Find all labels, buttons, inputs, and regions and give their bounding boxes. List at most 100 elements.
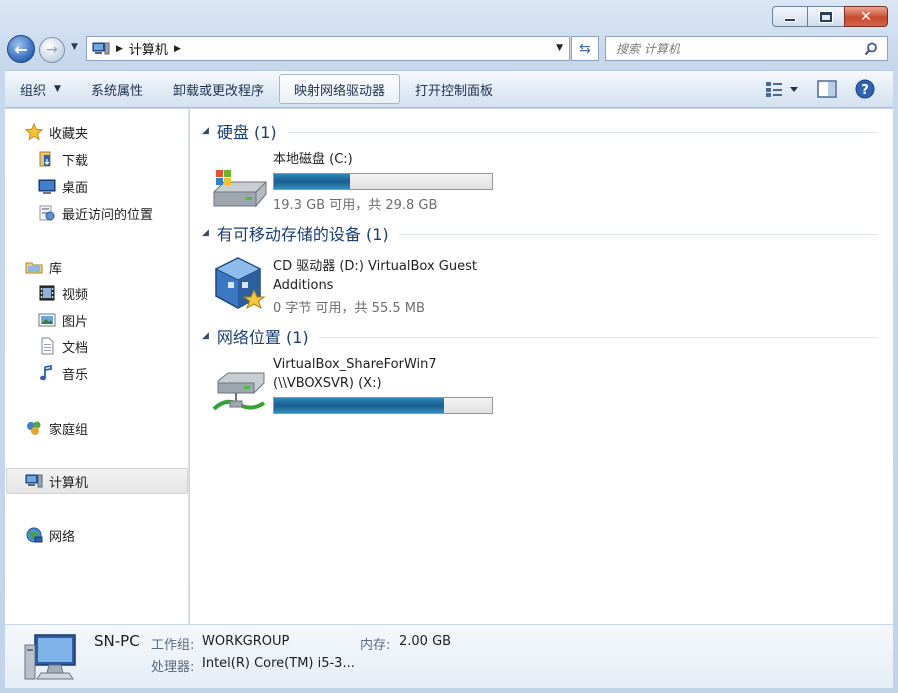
collapse-triangle-icon[interactable]: ◢ bbox=[202, 228, 209, 238]
map-network-drive-button[interactable]: 映射网络驱动器 bbox=[278, 74, 400, 104]
drive-name-line2: (\\VBOXSVR) (X:) bbox=[273, 376, 382, 391]
forward-button[interactable]: → bbox=[39, 37, 65, 63]
sidebar-item-label: 音乐 bbox=[62, 367, 89, 383]
minimize-button[interactable] bbox=[772, 6, 808, 27]
memory-label: 内存: bbox=[360, 638, 391, 653]
computer-icon bbox=[92, 42, 110, 56]
group-divider bbox=[286, 131, 878, 133]
group-network-locations: ◢ 网络位置 (1) VirtualBox_ShareForWin7 (\\VB… bbox=[190, 325, 888, 425]
drive-free-space: 0 字节 可用，共 55.5 MB bbox=[273, 301, 425, 316]
open-control-panel-button[interactable]: 打开控制面板 bbox=[400, 74, 508, 104]
sidebar-item-favorites[interactable]: 收藏夹 bbox=[25, 120, 209, 144]
libraries-icon bbox=[25, 258, 43, 276]
sidebar-item-homegroup[interactable]: 家庭组 bbox=[25, 416, 209, 440]
search-icon[interactable] bbox=[861, 39, 881, 59]
minimize-icon bbox=[784, 17, 796, 22]
group-removable-storage: ◢ 有可移动存储的设备 (1) CD 驱动器 (D:) VirtualBox G… bbox=[190, 222, 888, 322]
virtualbox-cd-icon bbox=[214, 257, 266, 310]
computer-icon bbox=[24, 634, 76, 680]
sidebar-item-label: 家庭组 bbox=[49, 422, 89, 438]
sidebar-item-label: 桌面 bbox=[62, 180, 89, 196]
sidebar-item-label: 库 bbox=[49, 261, 63, 277]
address-bar[interactable]: ▶ 计算机 ▶ ▼ bbox=[86, 36, 570, 61]
system-properties-button[interactable]: 系统属性 bbox=[76, 74, 158, 104]
downloads-folder-icon bbox=[38, 150, 56, 168]
maximize-button[interactable] bbox=[807, 6, 845, 27]
close-icon: ✕ bbox=[860, 8, 872, 25]
drive-item-d[interactable]: CD 驱动器 (D:) VirtualBox Guest Additions 0… bbox=[210, 254, 510, 320]
group-title: 网络位置 (1) bbox=[216, 328, 309, 347]
drive-name-line1: VirtualBox_ShareForWin7 bbox=[273, 357, 437, 372]
drive-usage-fill bbox=[274, 398, 445, 413]
breadcrumb-separator[interactable]: ▶ bbox=[116, 44, 123, 54]
drive-item-x[interactable]: VirtualBox_ShareForWin7 (\\VBOXSVR) (X:) bbox=[210, 355, 510, 425]
breadcrumb-separator[interactable]: ▶ bbox=[174, 44, 181, 54]
organize-menu[interactable]: 组织 ▼ bbox=[5, 74, 76, 104]
map-network-drive-label: 映射网络驱动器 bbox=[293, 83, 385, 99]
group-divider bbox=[318, 336, 878, 338]
caption-buttons: ✕ bbox=[772, 6, 888, 27]
chevron-down-icon: ▼ bbox=[54, 84, 61, 94]
drive-usage-bar bbox=[273, 397, 493, 414]
computer-name: SN-PC bbox=[94, 632, 140, 650]
recent-places-icon bbox=[38, 204, 56, 222]
group-header[interactable]: ◢ 硬盘 (1) bbox=[202, 120, 878, 142]
refresh-icon: ⇆ bbox=[579, 40, 591, 57]
drive-free-space: 19.3 GB 可用，共 29.8 GB bbox=[273, 198, 438, 213]
group-header[interactable]: ◢ 网络位置 (1) bbox=[202, 325, 878, 347]
system-properties-label: 系统属性 bbox=[90, 83, 143, 99]
sidebar-item-libraries[interactable]: 库 bbox=[25, 255, 209, 279]
details-pane: SN-PC 工作组: WORKGROUP 内存: 2.00 GB 处理器: In… bbox=[5, 624, 893, 688]
sidebar-item-label: 视频 bbox=[62, 287, 89, 303]
document-icon bbox=[38, 337, 56, 355]
star-icon bbox=[25, 123, 43, 141]
drive-name-line2: Additions bbox=[273, 278, 334, 293]
open-control-panel-label: 打开控制面板 bbox=[414, 83, 493, 99]
sidebar-item-network[interactable]: 网络 bbox=[25, 523, 209, 547]
view-options-icon bbox=[766, 82, 798, 97]
preview-pane-icon bbox=[817, 80, 837, 98]
sidebar-item-computer[interactable]: 计算机 bbox=[6, 468, 188, 494]
address-dropdown-icon[interactable]: ▼ bbox=[556, 43, 563, 53]
explorer-window: ✕ ← → ▼ ▶ 计算机 ▶ ▼ ⇆ 组织 ▼ 系统属性 卸载或更改程序 映射网… bbox=[0, 0, 898, 693]
command-bar: 组织 ▼ 系统属性 卸载或更改程序 映射网络驱动器 打开控制面板 ? bbox=[5, 70, 893, 108]
breadcrumb-computer[interactable]: 计算机 bbox=[129, 39, 168, 58]
svg-text:?: ? bbox=[861, 83, 869, 98]
group-divider bbox=[398, 233, 878, 235]
navigation-row: ← → ▼ ▶ 计算机 ▶ ▼ ⇆ bbox=[0, 34, 898, 64]
music-note-icon bbox=[38, 364, 56, 382]
organize-label: 组织 bbox=[20, 83, 47, 99]
preview-pane-button[interactable] bbox=[813, 76, 841, 102]
drive-usage-fill bbox=[274, 174, 351, 189]
drive-name-line1: CD 驱动器 (D:) VirtualBox Guest bbox=[273, 259, 477, 274]
refresh-button[interactable]: ⇆ bbox=[571, 36, 599, 61]
desktop-icon bbox=[38, 177, 56, 195]
back-arrow-icon: ← bbox=[14, 39, 28, 59]
search-input[interactable] bbox=[606, 37, 861, 60]
navigation-pane: 收藏夹 下载 桌面 最近访问的位置 库 视频 图片 文档 音乐 家庭组 计算机 … bbox=[5, 109, 189, 624]
sidebar-item-label: 图片 bbox=[62, 314, 89, 330]
help-button[interactable]: ? bbox=[851, 76, 879, 102]
recent-pages-dropdown[interactable]: ▼ bbox=[71, 42, 78, 52]
drive-item-c[interactable]: 本地磁盘 (C:) 19.3 GB 可用，共 29.8 GB bbox=[210, 150, 510, 220]
collapse-triangle-icon[interactable]: ◢ bbox=[202, 126, 209, 136]
help-icon: ? bbox=[855, 79, 875, 99]
back-button[interactable]: ← bbox=[7, 35, 35, 63]
sidebar-item-label: 文档 bbox=[62, 340, 89, 356]
workgroup-label: 工作组: bbox=[151, 638, 195, 653]
search-box[interactable] bbox=[605, 36, 888, 61]
drive-usage-bar bbox=[273, 173, 493, 190]
forward-arrow-icon: → bbox=[46, 42, 58, 58]
group-title: 有可移动存储的设备 (1) bbox=[216, 225, 389, 244]
uninstall-program-button[interactable]: 卸载或更改程序 bbox=[158, 74, 279, 104]
close-button[interactable]: ✕ bbox=[844, 6, 888, 27]
group-header[interactable]: ◢ 有可移动存储的设备 (1) bbox=[202, 222, 878, 244]
collapse-triangle-icon[interactable]: ◢ bbox=[202, 331, 209, 341]
sidebar-item-label: 网络 bbox=[49, 529, 76, 545]
memory-value: 2.00 GB bbox=[399, 634, 452, 649]
sidebar-item-label: 计算机 bbox=[49, 475, 89, 491]
sidebar-item-label: 收藏夹 bbox=[49, 126, 89, 142]
view-options-button[interactable] bbox=[761, 76, 803, 102]
group-hard-disks: ◢ 硬盘 (1) 本地磁盘 (C:) 19.3 GB 可用，共 29.8 GB bbox=[190, 120, 888, 220]
processor-value: Intel(R) Core(TM) i5-3... bbox=[202, 656, 355, 671]
